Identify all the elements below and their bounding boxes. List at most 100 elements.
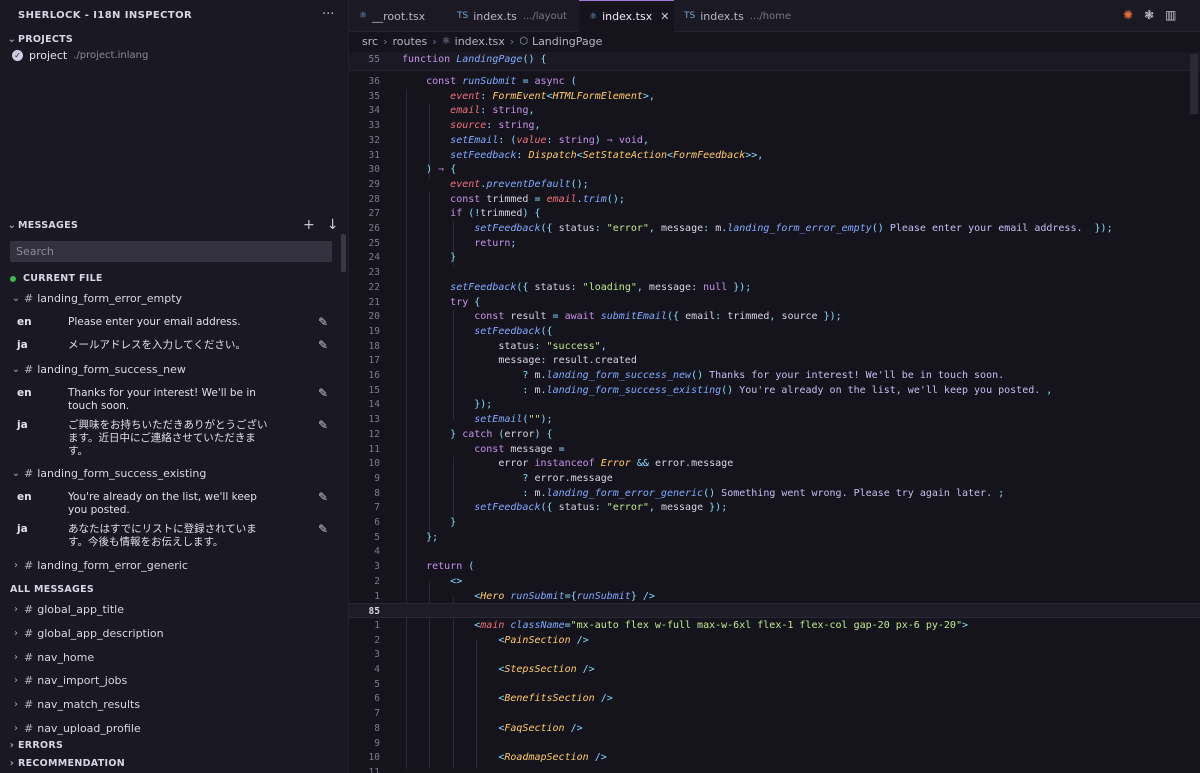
code-line[interactable]: 16 ? m.landing_form_success_new() Thanks… [349,368,1200,383]
breadcrumb-item[interactable]: index.tsx [455,35,505,48]
message-key-row[interactable]: ⌄ # landing_form_error_empty [10,292,182,305]
message-key-row[interactable]: ⌄ # landing_form_success_existing [10,467,207,480]
code-line[interactable]: 5 [349,677,1200,692]
message-key-row[interactable]: › # landing_form_error_generic [10,559,188,572]
all-message-row[interactable]: › # nav_import_jobs [10,674,127,687]
code-line[interactable]: 6 <BenefitsSection /> [349,691,1200,706]
add-message-icon[interactable]: + [303,217,315,233]
code-line[interactable]: 7 [349,706,1200,721]
code-line[interactable]: 23 [349,265,1200,280]
all-message-row[interactable]: › # nav_match_results [10,698,140,711]
code-line[interactable]: 29 event.preventDefault(); [349,177,1200,192]
code-line[interactable]: 20 const result = await submitEmail({ em… [349,309,1200,324]
search-input[interactable] [10,241,332,262]
code-line[interactable]: 8 : m.landing_form_error_generic() Somet… [349,486,1200,501]
code-line[interactable]: 33 source: string, [349,118,1200,133]
code-line[interactable]: 28 const trimmed = email.trim(); [349,192,1200,207]
code-line[interactable]: 13 setEmail(""); [349,412,1200,427]
code-text: const message = [474,443,565,455]
code-text: setFeedback({ status: "error", message }… [474,502,728,514]
more-actions-icon[interactable]: ··· [322,7,334,22]
code-line[interactable]: 19 setFeedback({ [349,324,1200,339]
code-line[interactable]: 15 : m.landing_form_success_existing() Y… [349,383,1200,398]
code-line[interactable]: 9 ? error.message [349,471,1200,486]
code-line[interactable]: 24 } [349,250,1200,265]
download-icon[interactable]: ↓ [327,217,339,233]
pencil-icon[interactable]: ✎ [318,386,328,400]
pencil-icon[interactable]: ✎ [318,315,328,329]
all-message-row[interactable]: › # global_app_title [10,603,124,616]
recommendation-section-header[interactable]: › RECOMMENDATION [6,758,125,769]
all-message-row[interactable]: › # nav_home [10,651,94,664]
sticky-scroll-header[interactable]: 55 function LandingPage() { [349,52,1200,71]
tab-index-ts-home[interactable]: TS index.ts .../home [674,0,794,32]
pencil-icon[interactable]: ✎ [318,418,328,432]
code-line[interactable]: 26 setFeedback({ status: "error", messag… [349,221,1200,236]
all-message-row[interactable]: › # nav_upload_profile [10,722,141,735]
cursor-line[interactable]: 85 [349,603,1200,619]
breadcrumb-item[interactable]: src [362,35,378,48]
code-line[interactable]: 21 try { [349,295,1200,310]
tab-index-ts-layout[interactable]: TS index.ts .../layout [447,0,579,32]
code-line[interactable]: 1 <main className="mx-auto flex w-full m… [349,618,1200,633]
code-line[interactable]: 35 event: FormEvent<HTMLFormElement>, [349,89,1200,104]
split-editor-icon[interactable]: ▥ [1165,8,1176,22]
editor-scrollbar[interactable] [1190,54,1198,114]
code-line[interactable]: 4 [349,544,1200,559]
code-line[interactable]: 32 setEmail: (value: string) ⇒ void, [349,133,1200,148]
code-line[interactable]: 18 status: "success", [349,339,1200,354]
code-line[interactable]: 4 <StepsSection /> [349,662,1200,677]
code-line[interactable]: 25 return; [349,236,1200,251]
code-line[interactable]: 11 const message = [349,442,1200,457]
code-line[interactable]: 10 error instanceof Error && error.messa… [349,456,1200,471]
sparkle-icon[interactable]: ✺ [1123,8,1133,22]
code-line[interactable]: 1 <Hero runSubmit={runSubmit} /> [349,589,1200,604]
code-line[interactable]: 2 <PainSection /> [349,633,1200,648]
code-line[interactable]: 10 <RoadmapSection /> [349,750,1200,765]
sidebar-scrollbar[interactable] [341,234,346,272]
chevron-down-icon: ⌄ [7,34,17,45]
project-item[interactable]: ✓ project ./project.inlang [12,49,148,62]
tab-root-tsx[interactable]: ⚛ __root.tsx [349,0,447,32]
react-icon[interactable]: ❃ [1144,8,1154,22]
code-text: message: result.created [498,355,637,367]
code-line[interactable]: 30 ) ⇒ { [349,162,1200,177]
pencil-icon[interactable]: ✎ [318,522,328,536]
pencil-icon[interactable]: ✎ [318,490,328,504]
projects-section-header[interactable]: ⌄ PROJECTS [6,34,73,45]
code-line[interactable]: 11 [349,765,1200,773]
breadcrumb-item[interactable]: LandingPage [532,35,602,48]
code-text: if (!trimmed) { [450,208,541,220]
language-code: en [17,387,32,399]
code-line[interactable]: 5 }; [349,530,1200,545]
code-line[interactable]: 3 [349,647,1200,662]
code-line[interactable]: 8 <FaqSection /> [349,721,1200,736]
code-line[interactable]: 14 }); [349,397,1200,412]
tab-label: index.tsx [602,10,653,23]
messages-section-header[interactable]: ⌄ MESSAGES [6,220,78,231]
code-line[interactable]: 17 message: result.created [349,353,1200,368]
code-line[interactable]: 36 const runSubmit = async ( [349,74,1200,89]
code-line[interactable]: 7 setFeedback({ status: "error", message… [349,500,1200,515]
line-number: 4 [374,664,380,675]
breadcrumb-item[interactable]: routes [392,35,427,48]
code-line[interactable]: 34 email: string, [349,103,1200,118]
tab-index-tsx[interactable]: ⚛ index.tsx ✕ [579,0,674,32]
code-line[interactable]: 6 } [349,515,1200,530]
errors-section-header[interactable]: › ERRORS [6,740,63,751]
message-key-row[interactable]: ⌄ # landing_form_success_new [10,363,186,376]
code-line[interactable]: 9 [349,736,1200,751]
code-line[interactable]: 31 setFeedback: Dispatch<SetStateAction<… [349,148,1200,163]
code-editor[interactable]: 55 function LandingPage() { 36 const runS… [349,52,1200,773]
chevron-down-icon: ⌄ [11,468,21,479]
translation-text: Thanks for your interest! We'll be in to… [68,387,256,412]
code-line[interactable]: 12 } catch (error) { [349,427,1200,442]
close-icon[interactable]: ✕ [660,10,669,23]
code-line[interactable]: 22 setFeedback({ status: "loading", mess… [349,280,1200,295]
pencil-icon[interactable]: ✎ [318,338,328,352]
code-line[interactable]: 2 <> [349,574,1200,589]
all-message-row[interactable]: › # global_app_description [10,627,164,640]
line-number: 5 [374,531,380,543]
code-line[interactable]: 27 if (!trimmed) { [349,206,1200,221]
code-line[interactable]: 3 return ( [349,559,1200,574]
